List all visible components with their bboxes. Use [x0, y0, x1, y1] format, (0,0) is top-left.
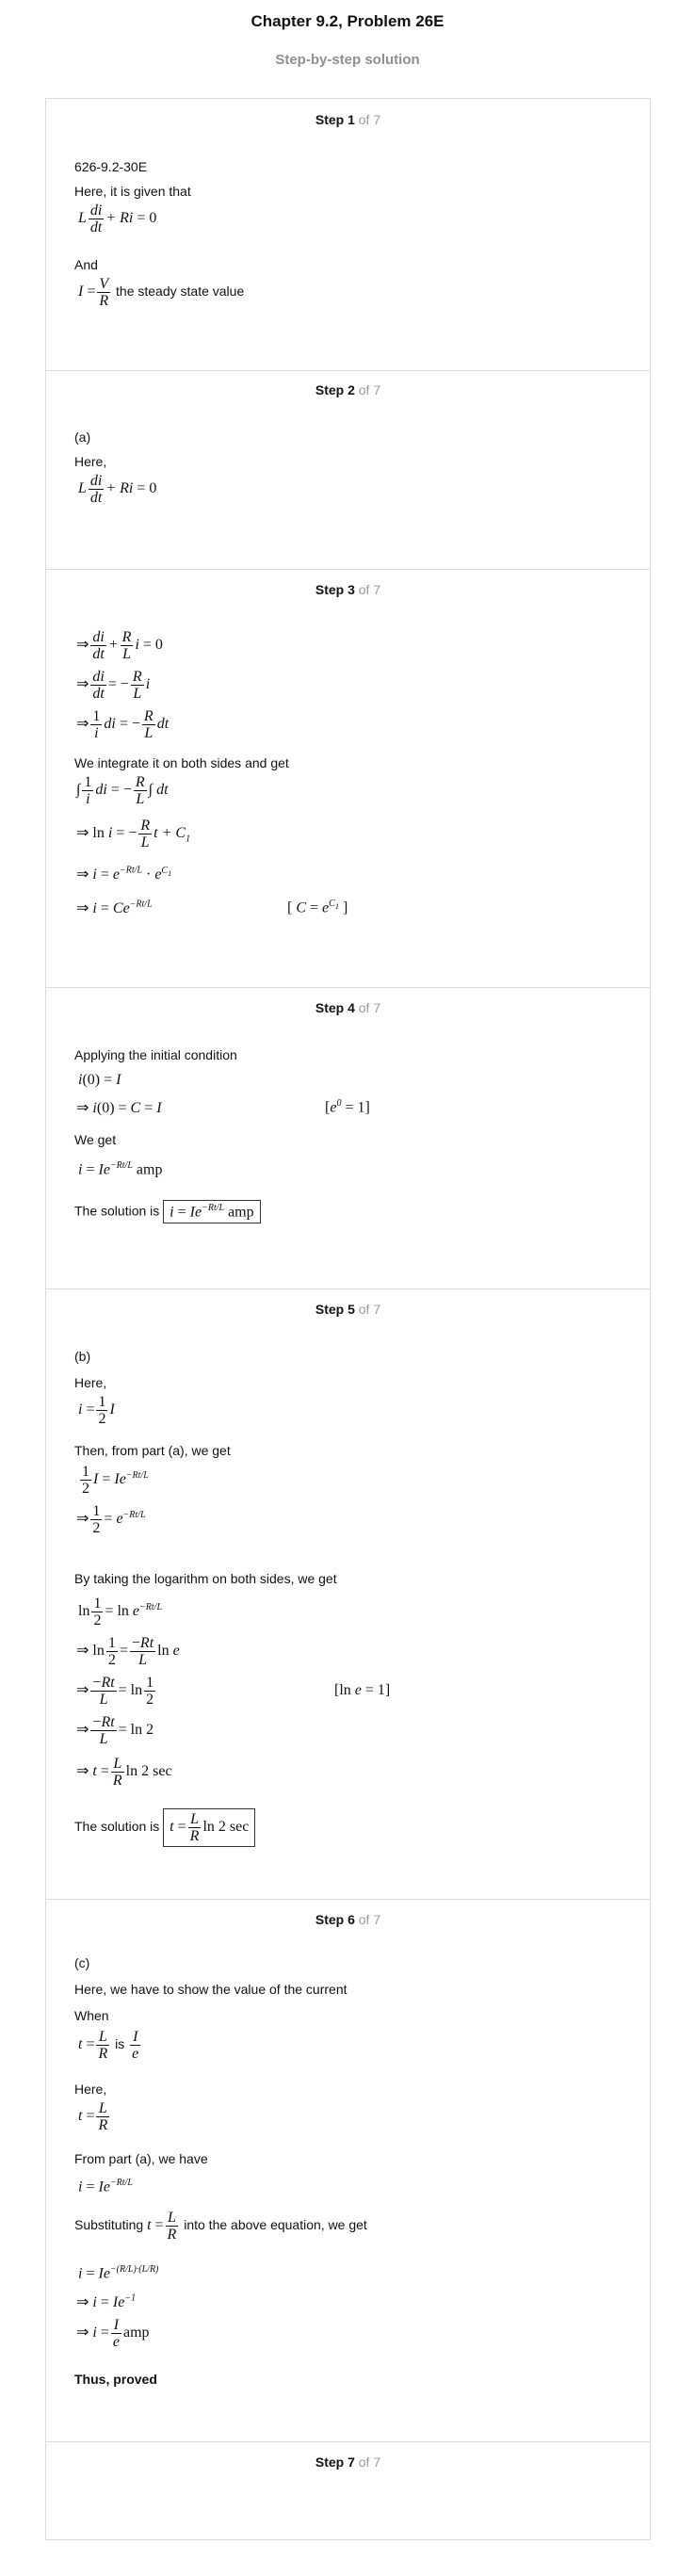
- step-3-header: Step 3 of 7: [315, 582, 381, 597]
- step-4-text-we-get: We get: [74, 1132, 117, 1147]
- equation-6d: i = Ie−(R/L)·(L/R): [78, 2264, 159, 2282]
- equation-6f: ⇒ i = Ie amp: [76, 2317, 150, 2350]
- equation-5e: ⇒ ln 1 2 = −Rt Lln e: [76, 1635, 180, 1668]
- step-2-text-here: Here,: [74, 454, 107, 469]
- step-6-text-show: Here, we have to show the value of the c…: [74, 1982, 348, 1997]
- step-3-text-integrate: We integrate it on both sides and get: [74, 755, 289, 770]
- step-2-card: Step 2 of 7 (a) Here, Ldi dt + Ri = 0: [45, 369, 651, 570]
- step-7-header: Step 7 of 7: [315, 2454, 381, 2470]
- equation-5f: ⇒ −Rt L = ln 1 2: [76, 1675, 156, 1708]
- equation-5-note: [ln e = 1]: [334, 1682, 391, 1698]
- step-7-card: Step 7 of 7: [45, 2441, 651, 2540]
- step-1-header: Step 1 of 7: [315, 112, 381, 127]
- equation-3b: ⇒ di dt = − R Li: [76, 669, 151, 702]
- equation-5c: ⇒ 1 2 = e−Rt/L: [76, 1503, 146, 1536]
- equation-5h: ⇒ t = L Rln 2 sec: [76, 1756, 172, 1789]
- equation-3-note: [ C = eC1 ]: [287, 899, 348, 916]
- equation-5d: ln 1 2 = ln e−Rt/L: [78, 1596, 163, 1628]
- step-1-text-and: And: [74, 257, 98, 272]
- equation-3c: ⇒ 1 i di = − R Ldt: [76, 708, 170, 741]
- step-6-text-from-a: From part (a), we have: [74, 2151, 208, 2166]
- equation-6e: ⇒ i = Ie−1: [76, 2292, 137, 2310]
- step-4-card: Step 4 of 7 Applying the initial conditi…: [45, 987, 651, 1289]
- equation-3g: ⇒ i = Ce−Rt/L: [76, 899, 153, 916]
- step-6-card: Step 6 of 7 (c) Here, we have to show th…: [45, 1899, 651, 2442]
- equation-4-note: [e0 = 1]: [325, 1098, 370, 1116]
- equation-steady-state: I = V R the steady state value: [78, 276, 245, 309]
- step-4-solution: The solution is i = Ie−Rt/L amp: [74, 1200, 261, 1224]
- problem-code: 626-9.2-30E: [74, 159, 148, 174]
- step-1-text-given: Here, it is given that: [74, 184, 191, 199]
- step-5-card: Step 5 of 7 (b) Here, i = 1 2 I Then, from …: [45, 1288, 651, 1900]
- part-a-label: (a): [74, 429, 91, 445]
- equation-5a: i = 1 2 I: [78, 1394, 115, 1427]
- step-5-text-log: By taking the logarithm on both sides, w…: [74, 1571, 337, 1586]
- equation-6a: t = L R is Ie: [78, 2029, 141, 2062]
- step-6-substitute: Substituting t = L R into the above equati…: [74, 2210, 367, 2243]
- equation-5b: 12I = Ie−Rt/L: [80, 1464, 149, 1497]
- equation-3e: ⇒ ln i = − R Lt + C1: [76, 818, 191, 851]
- equation-rl-circuit: Ldi dt + Ri = 0: [78, 203, 157, 235]
- step-1-card: Step 1 of 7 626-9.2-30E Here, it is give…: [45, 98, 651, 371]
- page-title: Chapter 9.2, Problem 26E: [251, 12, 444, 30]
- step-6-header: Step 6 of 7: [315, 1912, 381, 1927]
- step-6-text-when: When: [74, 2008, 109, 2023]
- step-6-text-here: Here,: [74, 2082, 107, 2097]
- step-3-card: Step 3 of 7 ⇒ di dt + R Li = 0 ⇒ di dt = − R Li ⇒ 1…: [45, 569, 651, 988]
- equation-3f: ⇒ i = e−Rt/L · eC1: [76, 865, 172, 883]
- equation-6c: i = Ie−Rt/L: [78, 2178, 133, 2195]
- equation-4c: i = Ie−Rt/L amp: [78, 1160, 163, 1178]
- step-5-solution: The solution is t = L Rln 2 sec: [74, 1808, 256, 1847]
- step-5-text-from-a: Then, from part (a), we get: [74, 1443, 231, 1458]
- part-c-label: (c): [74, 1955, 90, 1970]
- equation-4a: i(0) = I: [78, 1072, 121, 1088]
- step-5-text-here: Here,: [74, 1375, 107, 1390]
- step-6-conclusion: Thus, proved: [74, 2372, 157, 2387]
- page-subtitle: Step-by-step solution: [275, 52, 420, 68]
- part-b-label: (b): [74, 1349, 91, 1364]
- equation-rl-circuit-2: Ldi dt + Ri = 0: [78, 473, 157, 506]
- equation-3d: ∫ 1 i di = − R L ∫ dt: [76, 774, 169, 807]
- equation-3a: ⇒ di dt + R Li = 0: [76, 629, 163, 662]
- equation-6b: t = L R: [78, 2100, 110, 2133]
- step-2-header: Step 2 of 7: [315, 382, 381, 397]
- step-5-header: Step 5 of 7: [315, 1302, 381, 1317]
- step-4-text-initial: Applying the initial condition: [74, 1047, 237, 1062]
- step-4-header: Step 4 of 7: [315, 1000, 381, 1015]
- equation-5g: ⇒ −Rt L = ln 2: [76, 1714, 154, 1747]
- equation-4b: ⇒ i(0) = C = I: [76, 1100, 162, 1116]
